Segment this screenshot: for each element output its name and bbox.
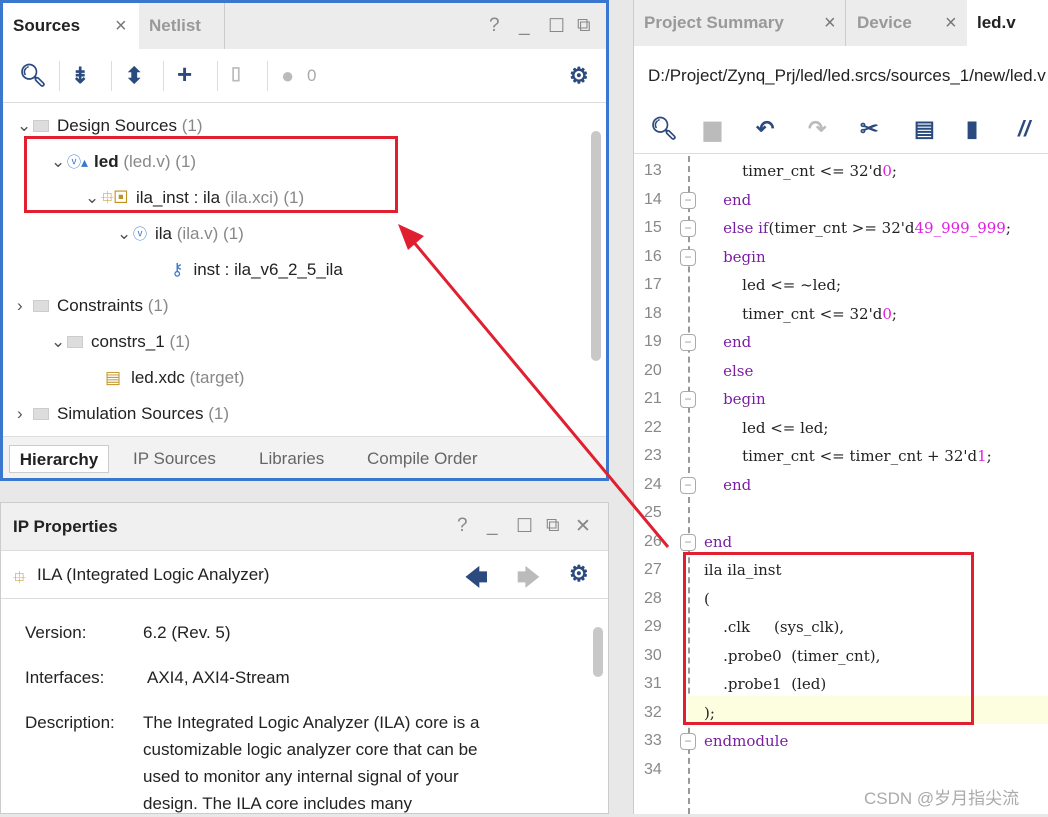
annotation-arrow [398, 224, 670, 548]
arrow-head-icon [398, 224, 424, 250]
